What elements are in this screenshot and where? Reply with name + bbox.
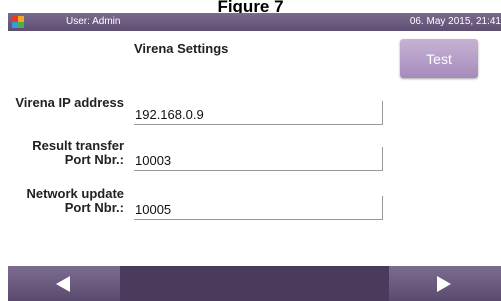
result-transfer-port-label: Result transfer Port Nbr.: <box>32 139 124 167</box>
result-transfer-label-line2: Port Nbr.: <box>64 152 124 167</box>
network-update-label-line1: Network update <box>26 186 124 201</box>
arrow-left-icon <box>56 276 70 292</box>
top-bar: User: Admin 06. May 2015, 21:41 <box>8 13 501 31</box>
result-transfer-port-field[interactable] <box>134 147 383 171</box>
test-button[interactable]: Test <box>400 39 478 78</box>
network-update-port-field[interactable] <box>134 196 383 220</box>
ip-address-label: Virena IP address <box>15 96 124 110</box>
page-title: Virena Settings <box>134 41 229 56</box>
app-logo-icon <box>12 16 24 28</box>
datetime-label: 06. May 2015, 21:41 <box>409 16 501 27</box>
forward-button[interactable] <box>389 266 501 301</box>
device-screen: User: Admin 06. May 2015, 21:41 Virena S… <box>8 13 501 301</box>
arrow-right-icon <box>437 276 451 292</box>
network-update-label-line2: Port Nbr.: <box>64 200 124 215</box>
back-button[interactable] <box>8 266 120 301</box>
user-label: User: Admin <box>66 16 121 27</box>
network-update-port-label: Network update Port Nbr.: <box>26 187 124 215</box>
result-transfer-label-line1: Result transfer <box>32 138 124 153</box>
bottom-nav-bar <box>8 266 501 301</box>
ip-address-field[interactable] <box>134 101 383 125</box>
ip-address-label-text: Virena IP address <box>15 95 124 110</box>
